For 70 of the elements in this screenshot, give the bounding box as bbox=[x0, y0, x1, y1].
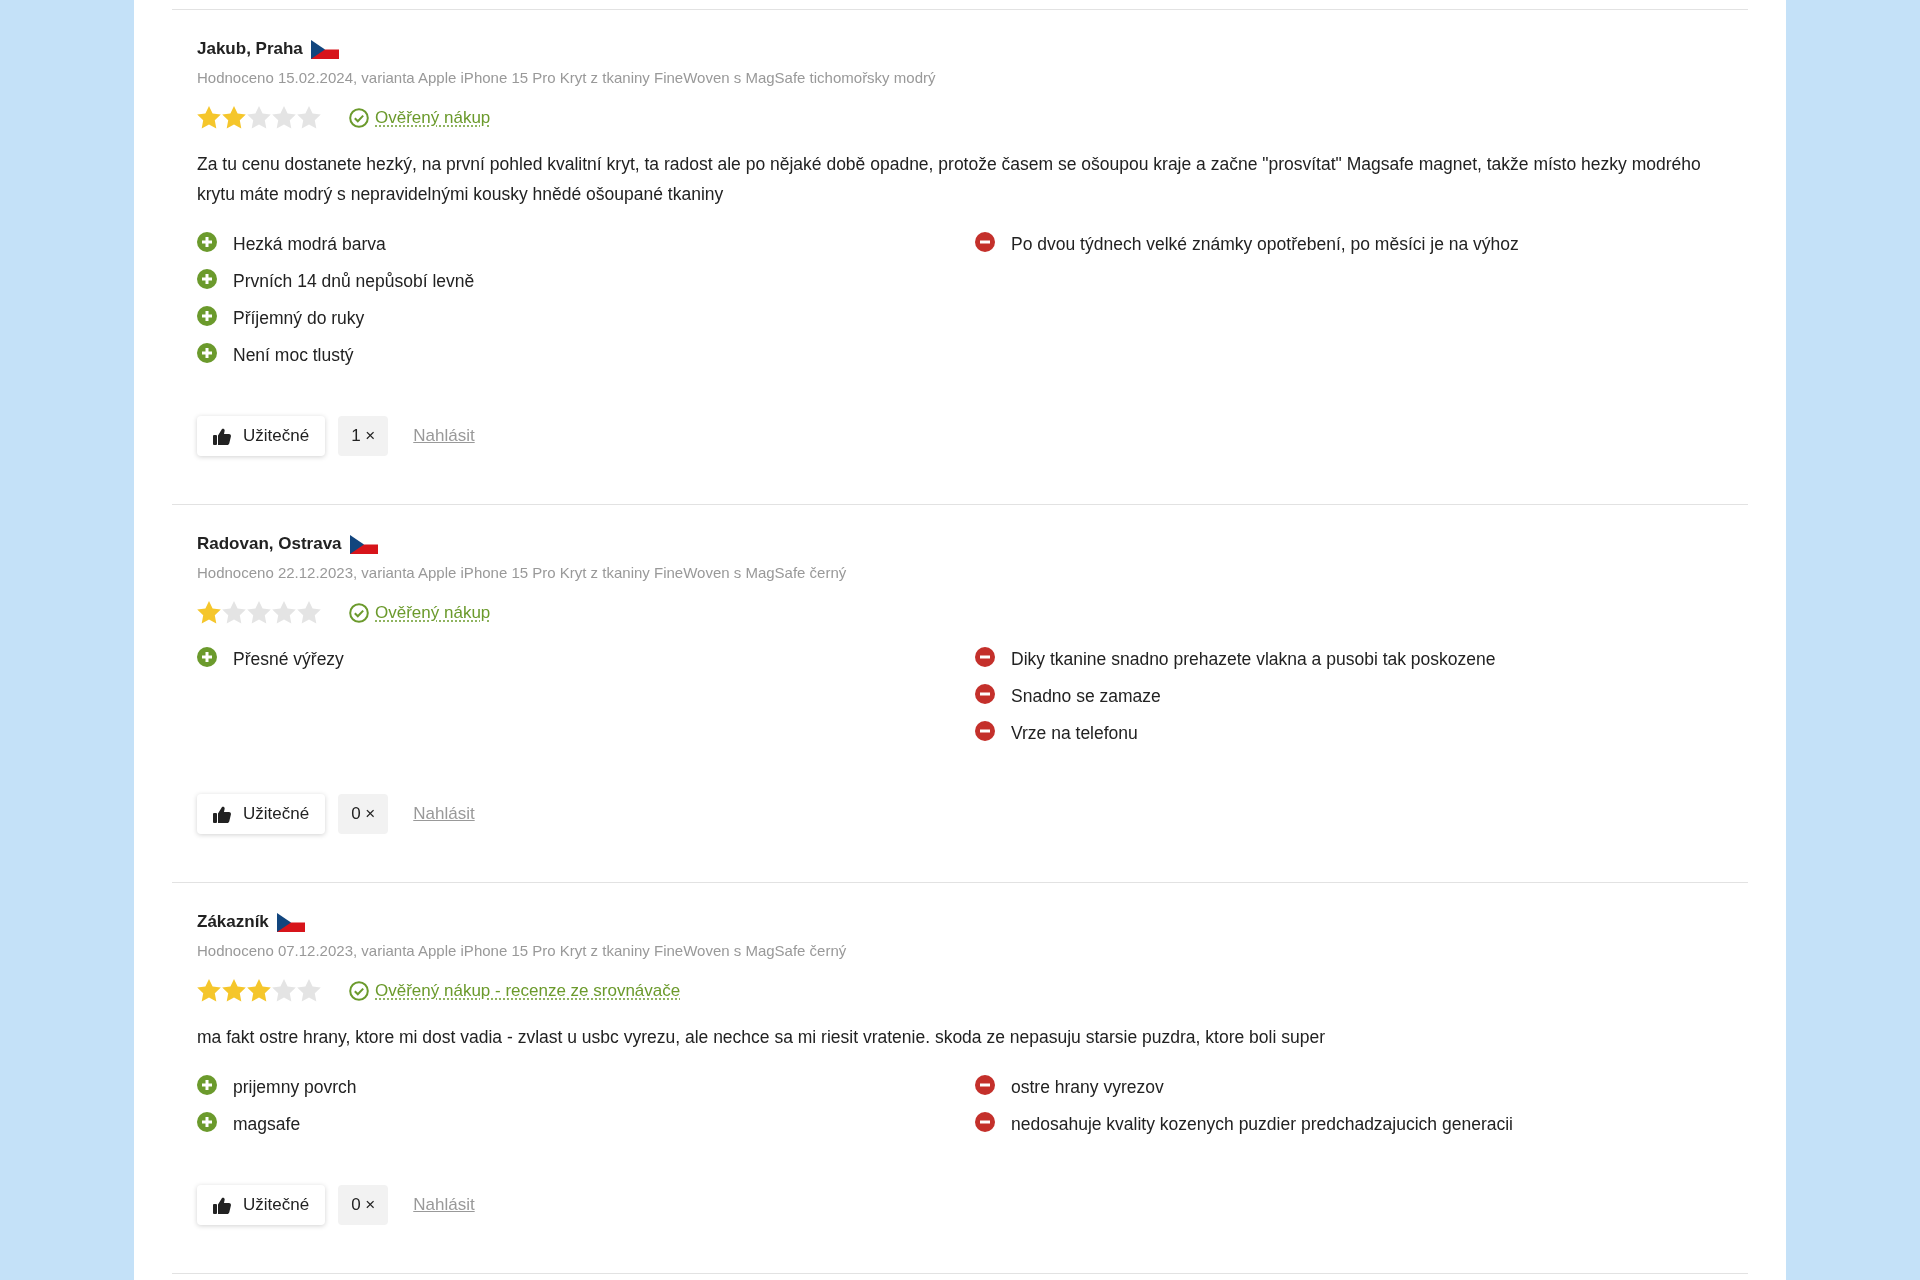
minus-icon bbox=[975, 1075, 995, 1095]
reviewer-name: Radovan, Ostrava bbox=[197, 534, 342, 554]
con-text: Diky tkanine snadno prehazete vlakna a pusobi tak poskozene bbox=[1011, 648, 1496, 670]
star-icon bbox=[222, 106, 246, 129]
helpful-count: 0 × bbox=[338, 1185, 389, 1225]
report-link[interactable]: Nahlásit bbox=[413, 1195, 475, 1215]
plus-icon bbox=[197, 1075, 217, 1095]
minus-icon bbox=[975, 232, 995, 252]
star-icon bbox=[297, 601, 321, 624]
thumbs-up-icon bbox=[213, 427, 231, 445]
star-icon bbox=[272, 979, 296, 1002]
plus-icon bbox=[197, 1112, 217, 1132]
minus-icon bbox=[975, 684, 995, 704]
star-icon bbox=[247, 601, 271, 624]
review-text: ma fakt ostre hrany, ktore mi dost vadia - zvlast u usbc vyrezu, ale nechce sa mi riesit vratenie. skoda ze nepasuju starsie puzdra, ktore boli super bbox=[197, 1026, 1326, 1049]
check-circle-icon bbox=[349, 602, 369, 623]
star-icon bbox=[272, 601, 296, 624]
flag-icon bbox=[349, 534, 378, 554]
report-link[interactable]: Nahlásit bbox=[413, 426, 475, 446]
con-text: Po dvou týdnech velké známky opotřebení, po měsíci je na výhoz bbox=[1011, 233, 1519, 255]
helpful-count: 1 × bbox=[338, 416, 389, 456]
con-text: Snadno se zamaze bbox=[1011, 685, 1161, 707]
verified-purchase-link[interactable]: Ověřený nákup bbox=[349, 107, 491, 128]
star-icon bbox=[297, 979, 321, 1002]
minus-icon bbox=[975, 647, 995, 667]
star-icon bbox=[222, 979, 246, 1002]
pro-text: Příjemný do ruky bbox=[233, 307, 365, 329]
check-circle-icon bbox=[349, 980, 369, 1001]
flag-icon bbox=[310, 39, 339, 59]
plus-icon bbox=[197, 269, 217, 289]
plus-icon bbox=[197, 647, 217, 667]
con-text: Vrze na telefonu bbox=[1011, 722, 1138, 744]
star-icon bbox=[197, 106, 221, 129]
star-icon bbox=[222, 601, 246, 624]
pro-text: Prvních 14 dnů nepůsobí levně bbox=[233, 270, 475, 292]
star-icon bbox=[297, 106, 321, 129]
thumbs-up-icon bbox=[213, 1196, 231, 1214]
plus-icon bbox=[197, 343, 217, 363]
verified-purchase-link[interactable]: Ověřený nákup - recenze ze srovnávače bbox=[349, 980, 681, 1001]
star-icon bbox=[197, 601, 221, 624]
reviewer-name: Jakub, Praha bbox=[197, 39, 303, 59]
pro-text: Hezká modrá barva bbox=[233, 233, 386, 255]
plus-icon bbox=[197, 232, 217, 252]
review-meta: Hodnoceno 07.12.2023, varianta Apple iPhone 15 Pro Kryt z tkaniny FineWoven s MagSafe černý bbox=[197, 942, 848, 959]
star-icon bbox=[272, 106, 296, 129]
minus-icon bbox=[975, 721, 995, 741]
minus-icon bbox=[975, 1112, 995, 1132]
review-meta: Hodnoceno 15.02.2024, varianta Apple iPhone 15 Pro Kryt z tkaniny FineWoven s MagSafe tichomořsky modrý bbox=[197, 69, 937, 86]
pro-text: magsafe bbox=[233, 1113, 301, 1135]
verified-purchase-link[interactable]: Ověřený nákup bbox=[349, 602, 491, 623]
con-text: ostre hrany vyrezov bbox=[1011, 1076, 1164, 1098]
thumbs-up-icon bbox=[213, 805, 231, 823]
star-icon bbox=[247, 106, 271, 129]
helpful-count: 0 × bbox=[338, 794, 389, 834]
check-circle-icon bbox=[349, 107, 369, 128]
pro-text: prijemny povrch bbox=[233, 1076, 357, 1098]
review-text: Za tu cenu dostanete hezký, na první pohled kvalitní kryt, ta radost ale po nějaké době opadne, protože časem se ošoupou kraje a začne "prosvítat" Magsafe magnet, takže místo hezky modrého krytu máte modrý s nepravidelnými kousky hnědé ošoupané tkaniny bbox=[197, 153, 1702, 206]
report-link[interactable]: Nahlásit bbox=[413, 804, 475, 824]
helpful-button[interactable]: Užitečné bbox=[197, 416, 326, 456]
helpful-button[interactable]: Užitečné bbox=[197, 794, 326, 834]
pro-text: Není moc tlustý bbox=[233, 344, 354, 366]
review-meta: Hodnoceno 22.12.2023, varianta Apple iPhone 15 Pro Kryt z tkaniny FineWoven s MagSafe černý bbox=[197, 564, 848, 581]
reviewer-name: Zákazník bbox=[197, 912, 269, 932]
flag-icon bbox=[276, 912, 305, 932]
helpful-button[interactable]: Užitečné bbox=[197, 1185, 326, 1225]
pro-text: Přesné výřezy bbox=[233, 648, 344, 670]
star-icon bbox=[247, 979, 271, 1002]
plus-icon bbox=[197, 306, 217, 326]
con-text: nedosahuje kvality kozenych puzdier predchadzajucich generacii bbox=[1011, 1113, 1513, 1135]
star-icon bbox=[197, 979, 221, 1002]
